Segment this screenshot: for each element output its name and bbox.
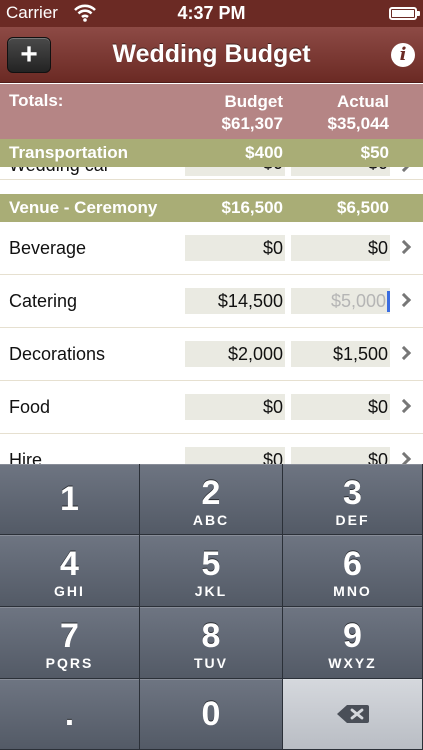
key-digit: 3 (343, 474, 362, 512)
key-3[interactable]: 3 DEF (283, 464, 423, 535)
key-digit: 0 (201, 695, 221, 733)
key-digit: 8 (201, 617, 221, 655)
key-decimal[interactable]: . (0, 679, 140, 750)
key-digit: 4 (60, 545, 79, 583)
key-digit: 6 (343, 545, 362, 583)
budget-column: Budget $61,307 (222, 91, 283, 135)
actual-cell[interactable]: $0 (291, 447, 390, 464)
actual-column: Actual $35,044 (328, 91, 389, 135)
row-label: Catering (9, 291, 78, 311)
actual-total: $35,044 (327, 114, 389, 133)
backspace-icon (336, 705, 369, 723)
info-icon[interactable]: i (391, 43, 415, 67)
actual-cell[interactable]: $0 (291, 235, 390, 261)
budget-cell[interactable]: $0 (185, 394, 285, 420)
key-digit: 5 (201, 545, 221, 583)
key-letters: ABC (192, 512, 230, 528)
key-letters: JKL (194, 583, 228, 599)
list-item[interactable]: Beverage $0 $0 (0, 222, 423, 275)
chevron-right-icon[interactable] (396, 345, 412, 361)
budget-cell[interactable]: $2,000 (185, 341, 285, 367)
key-digit: 1 (60, 480, 79, 518)
list-item[interactable]: Catering $14,500 $5,000 (0, 275, 423, 328)
battery-icon (389, 7, 420, 20)
numeric-keypad: 1 2 ABC 3 DEF 4 GHI 5 JKL 6 MNO 7 PQRS 8 TUV 9W… (0, 464, 423, 750)
chevron-right-icon[interactable] (396, 239, 412, 255)
key-letters: TUV (194, 655, 228, 671)
navigation-bar: + Wedding Budget i (0, 27, 423, 83)
key-4[interactable]: 4 GHI (0, 535, 140, 607)
key-letters: WXYZ (328, 655, 377, 671)
row-label: Food (9, 397, 51, 417)
key-9[interactable]: 9 WXYZ (283, 607, 423, 679)
actual-input[interactable]: $5,000 (291, 288, 390, 314)
key-digit: . (64, 695, 75, 733)
status-bar: Carrier 4:37 PM (0, 0, 423, 27)
row-label: Hire (9, 450, 43, 464)
key-letters: PQRS (45, 655, 94, 671)
budget-cell[interactable]: $0 (185, 447, 285, 464)
budget-cell[interactable]: $14,500 (185, 288, 285, 314)
key-letters: MNO (333, 583, 372, 599)
totals-header: Totals: Budget $61,307 Actual $35,044 (0, 84, 423, 139)
key-5[interactable]: 5 JKL (140, 535, 283, 607)
chevron-right-icon[interactable] (396, 451, 412, 464)
section-label: Transportation (9, 143, 129, 162)
budget-cell[interactable]: $0 (185, 167, 285, 176)
row-label: Wedding car (9, 167, 110, 176)
key-letters: GHI (54, 583, 85, 599)
section-budget: $400 (245, 143, 283, 162)
key-digit: 9 (343, 617, 362, 655)
text-cursor (387, 291, 390, 312)
list-item-clip: Wedding car $0 $0 (0, 167, 423, 180)
key-1[interactable]: 1 (0, 464, 140, 535)
section-header-transportation: Transportation $400 $50 (0, 139, 423, 167)
actual-heading: Actual (337, 92, 389, 111)
totals-label: Totals: (9, 91, 64, 110)
key-2[interactable]: 2 ABC (140, 464, 283, 535)
section-header-venue-ceremony: Venue - Ceremony $16,500 $6,500 (0, 194, 423, 222)
budget-cell[interactable]: $0 (185, 235, 285, 261)
chevron-right-icon[interactable] (396, 398, 412, 414)
section-actual: $50 (360, 143, 389, 162)
section-budget: $16,500 (221, 198, 283, 217)
key-0[interactable]: 0 (140, 679, 283, 750)
budget-heading: Budget (224, 92, 283, 111)
list-item[interactable]: Hire $0 $0 (0, 434, 423, 464)
row-label: Decorations (9, 344, 106, 364)
list-item[interactable]: Decorations $2,000 $1,500 (0, 328, 423, 381)
budget-total: $61,307 (221, 114, 283, 133)
key-6[interactable]: 6 MNO (283, 535, 423, 607)
list-item[interactable]: Food $0 $0 (0, 381, 423, 434)
actual-cell[interactable]: $0 (291, 394, 390, 420)
key-8[interactable]: 8 TUV (140, 607, 283, 679)
actual-cell[interactable]: $0 (291, 167, 390, 176)
backspace-key[interactable] (283, 679, 423, 750)
page-title: Wedding Budget (112, 40, 311, 68)
section-label: Venue - Ceremony (9, 198, 158, 217)
chevron-right-icon[interactable] (396, 167, 412, 173)
key-digit: 7 (60, 617, 79, 655)
key-letters: DEF (335, 512, 370, 528)
section-actual: $6,500 (337, 198, 389, 217)
actual-placeholder: $5,000 (330, 291, 386, 311)
chevron-right-icon[interactable] (396, 292, 412, 308)
actual-cell[interactable]: $1,500 (291, 341, 390, 367)
status-time: 4:37 PM (177, 3, 246, 23)
row-label: Beverage (9, 238, 87, 258)
key-7[interactable]: 7 PQRS (0, 607, 140, 679)
key-digit: 2 (201, 474, 221, 512)
